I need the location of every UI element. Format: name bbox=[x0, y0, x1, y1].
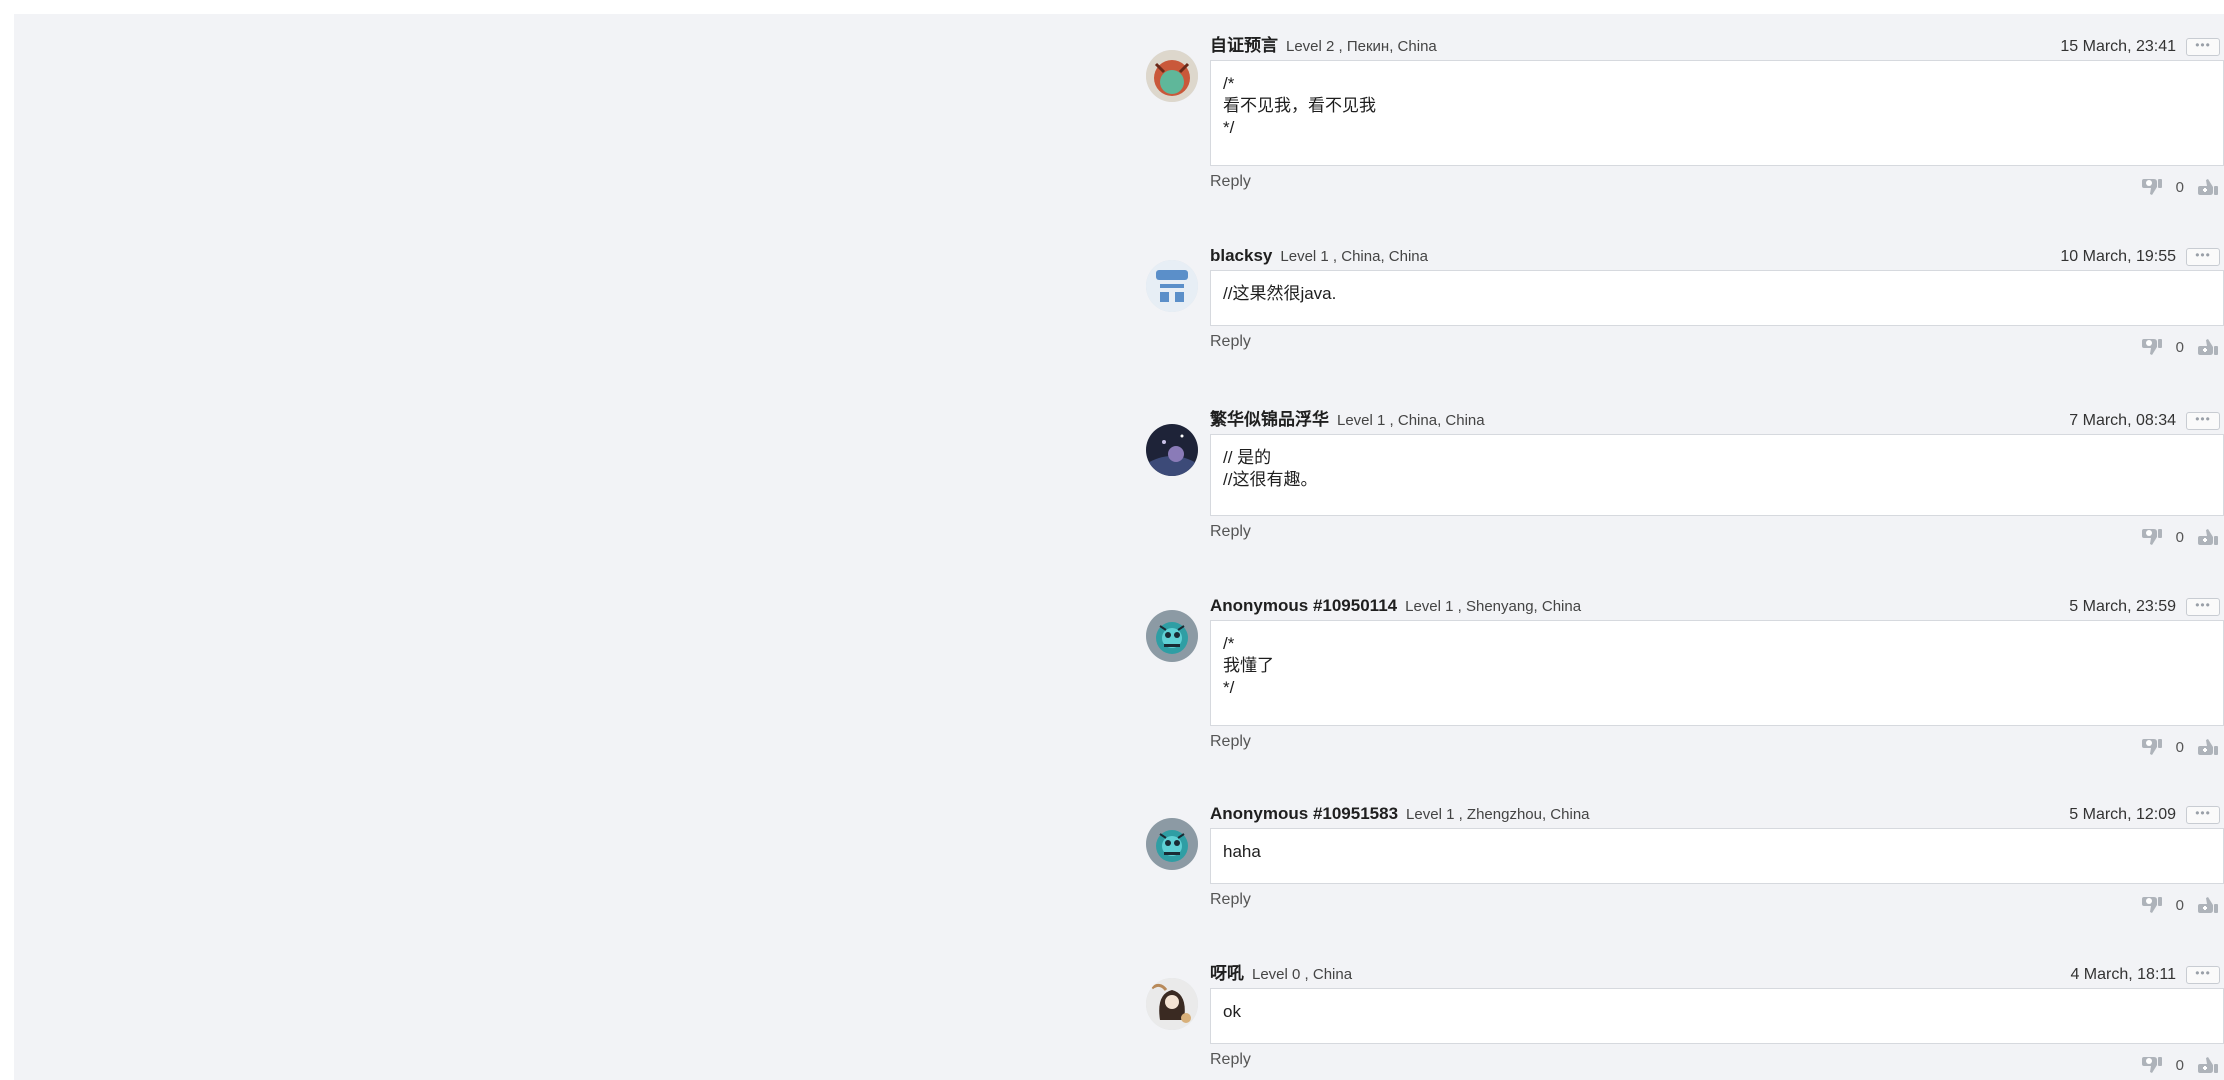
user-level-location: Level 1 , Shenyang, China bbox=[1405, 598, 1582, 615]
thumbs-up-icon[interactable] bbox=[2196, 177, 2220, 197]
comment-text-line: 我懂了 bbox=[1223, 656, 1274, 675]
more-options-icon[interactable]: ••• bbox=[2186, 412, 2220, 430]
comment-text-box: // 是的 //这很有趣。 bbox=[1210, 434, 2224, 516]
more-options-icon[interactable]: ••• bbox=[2186, 248, 2220, 266]
username-link[interactable]: 繁华似锦品浮华 bbox=[1210, 410, 1329, 429]
thumbs-up-icon[interactable] bbox=[2196, 337, 2220, 357]
user-level-location: Level 1 , China, China bbox=[1337, 412, 1485, 429]
comment-text-box: /* 看不见我，看不见我 */ bbox=[1210, 60, 2224, 166]
username-link[interactable]: Anonymous #10951583 bbox=[1210, 804, 1398, 823]
thumbs-up-icon[interactable] bbox=[2196, 527, 2220, 547]
thumbs-up-icon[interactable] bbox=[2196, 737, 2220, 757]
reply-link[interactable]: Reply bbox=[1210, 1050, 1251, 1070]
user-avatar[interactable] bbox=[1146, 50, 1198, 102]
vote-count: 0 bbox=[2175, 896, 2184, 914]
vote-controls: 0 bbox=[2140, 1054, 2220, 1076]
user-avatar[interactable] bbox=[1146, 818, 1198, 870]
comment-text-line: // 是的 bbox=[1223, 448, 1272, 467]
comment-body: Anonymous #10950114 Level 1 , Shenyang, C… bbox=[1210, 594, 2224, 756]
vote-count: 0 bbox=[2175, 528, 2184, 546]
thumbs-down-icon[interactable] bbox=[2140, 337, 2164, 357]
user-avatar[interactable] bbox=[1146, 260, 1198, 312]
username-link[interactable]: Anonymous #10950114 bbox=[1210, 596, 1397, 615]
comment-text-line: /* bbox=[1223, 74, 1235, 93]
comment-text-box: ok bbox=[1210, 988, 2224, 1044]
vote-controls: 0 bbox=[2140, 736, 2220, 758]
more-options-icon[interactable]: ••• bbox=[2186, 598, 2220, 616]
comment-date: 4 March, 18:11 bbox=[2070, 966, 2176, 983]
comment-body: blacksy Level 1 , China, China 10 March, 1… bbox=[1210, 244, 2224, 356]
comment-date: 5 March, 12:09 bbox=[2069, 806, 2176, 823]
user-level-location: Level 2 , Пекин, China bbox=[1286, 38, 1437, 55]
comment-body: 自证预言 Level 2 , Пекин, China 15 March, 23:4… bbox=[1210, 34, 2224, 196]
user-avatar[interactable] bbox=[1146, 978, 1198, 1030]
comment-text-line: */ bbox=[1223, 118, 1235, 137]
user-level-location: Level 1 , China, China bbox=[1280, 248, 1428, 265]
comment-text-line: 看不见我，看不见我 bbox=[1223, 96, 1376, 115]
vote-count: 0 bbox=[2175, 1056, 2184, 1074]
vote-count: 0 bbox=[2175, 738, 2184, 756]
comment-text-line: ok bbox=[1223, 1002, 1241, 1021]
comment-date: 10 March, 19:55 bbox=[2060, 248, 2176, 265]
thumbs-down-icon[interactable] bbox=[2140, 895, 2164, 915]
vote-count: 0 bbox=[2175, 178, 2184, 196]
comment-body: 呀吼 Level 0 , China 4 March, 18:11 ••• ok Repl… bbox=[1210, 962, 2224, 1074]
reply-link[interactable]: Reply bbox=[1210, 890, 1251, 910]
user-level-location: Level 1 , Zhengzhou, China bbox=[1406, 806, 1590, 823]
thumbs-up-icon[interactable] bbox=[2196, 1055, 2220, 1075]
reply-link[interactable]: Reply bbox=[1210, 732, 1251, 752]
username-link[interactable]: blacksy bbox=[1210, 246, 1272, 265]
username-link[interactable]: 呀吼 bbox=[1210, 964, 1244, 983]
more-options-icon[interactable]: ••• bbox=[2186, 966, 2220, 984]
user-avatar[interactable] bbox=[1146, 610, 1198, 662]
comments-area: tornadoLevel 1 , China, ChinaString name… bbox=[14, 14, 2224, 1080]
thumbs-up-icon[interactable] bbox=[2196, 895, 2220, 915]
comment-date: 15 March, 23:41 bbox=[2060, 38, 2176, 55]
vote-count: 0 bbox=[2175, 338, 2184, 356]
reply-link[interactable]: Reply bbox=[1210, 172, 1251, 192]
comment-date: 7 March, 08:34 bbox=[2069, 412, 2176, 429]
comment-text-line: //这果然很java. bbox=[1223, 284, 1337, 303]
thumbs-down-icon[interactable] bbox=[2140, 737, 2164, 757]
reply-link[interactable]: Reply bbox=[1210, 522, 1251, 542]
vote-controls: 0 bbox=[2140, 336, 2220, 358]
comment-text-box: //这果然很java. bbox=[1210, 270, 2224, 326]
comment-text-line: /* bbox=[1223, 634, 1235, 653]
user-avatar[interactable] bbox=[1146, 424, 1198, 476]
comment-text-line: */ bbox=[1223, 678, 1235, 697]
comment-text-box: /* 我懂了 */ bbox=[1210, 620, 2224, 726]
user-level-location: Level 0 , China bbox=[1252, 966, 1353, 983]
more-options-icon[interactable]: ••• bbox=[2186, 38, 2220, 56]
thumbs-down-icon[interactable] bbox=[2140, 1055, 2164, 1075]
thumbs-down-icon[interactable] bbox=[2140, 177, 2164, 197]
reply-link[interactable]: Reply bbox=[1210, 332, 1251, 352]
comment-text-box: haha bbox=[1210, 828, 2224, 884]
vote-controls: 0 bbox=[2140, 176, 2220, 198]
comment-body: Anonymous #10951583 Level 1 , Zhengzhou, … bbox=[1210, 802, 2224, 914]
comment-text-line: haha bbox=[1223, 842, 1261, 861]
comment-date: 5 March, 23:59 bbox=[2069, 598, 2176, 615]
vote-controls: 0 bbox=[2140, 526, 2220, 548]
more-options-icon[interactable]: ••• bbox=[2186, 806, 2220, 824]
thumbs-down-icon[interactable] bbox=[2140, 527, 2164, 547]
vote-controls: 0 bbox=[2140, 894, 2220, 916]
username-link[interactable]: 自证预言 bbox=[1210, 36, 1278, 55]
comment-body: 繁华似锦品浮华 Level 1 , China, China 7 March, 08… bbox=[1210, 408, 2224, 546]
comment-text-line: //这很有趣。 bbox=[1223, 470, 1318, 489]
